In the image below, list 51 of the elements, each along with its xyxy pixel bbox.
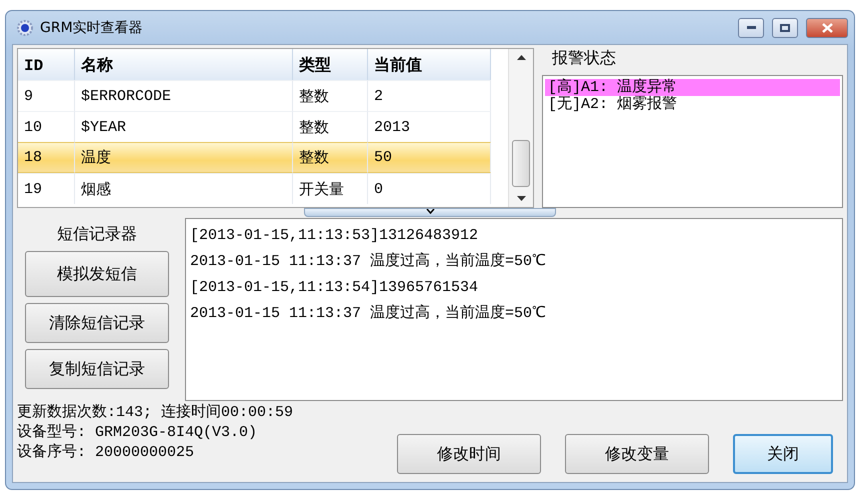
minimize-button[interactable] <box>738 18 764 38</box>
scrollbar[interactable] <box>508 49 533 207</box>
panel-title: 报警状态 <box>551 48 617 69</box>
action-button[interactable]: 清除短信记录 <box>25 303 169 343</box>
log-line: [2013-01-15,11:13:54]13965761534 <box>190 278 480 298</box>
table-cell: 50 <box>368 142 491 173</box>
section-label: 短信记录器 <box>57 224 137 245</box>
table-cell: $YEAR <box>75 111 293 142</box>
status-text: 更新数据次数:143; 连接时间00:00:59 <box>17 403 294 423</box>
scroll-thumb[interactable] <box>512 140 530 186</box>
log-line: 2013-01-15 11:13:37 温度过高，当前温度=50℃ <box>190 303 548 324</box>
log-line: [2013-01-15,11:13:53]13126483912 <box>190 226 480 246</box>
close-icon <box>822 22 832 32</box>
table-cell: $ERRORCODE <box>75 80 293 111</box>
gear-icon <box>16 18 34 36</box>
chevron-down-icon <box>426 209 434 214</box>
splitter-handle[interactable] <box>304 208 556 217</box>
table-cell: 0 <box>368 173 491 204</box>
dialog-button[interactable]: 修改变量 <box>565 434 709 474</box>
dialog-button[interactable]: 修改时间 <box>397 434 541 474</box>
table-cell: 10 <box>18 111 75 142</box>
minimize-icon <box>746 26 756 29</box>
maximize-button[interactable] <box>772 18 798 38</box>
log-line: 2013-01-15 11:13:37 温度过高，当前温度=50℃ <box>190 251 548 272</box>
dialog-button[interactable]: 关闭 <box>733 434 833 474</box>
table-cell: 整数 <box>293 142 368 173</box>
window-title: GRM实时查看器 <box>40 18 144 36</box>
table-cell: 整数 <box>293 111 368 142</box>
column-header[interactable]: ID <box>18 49 75 82</box>
status-text: 设备型号: GRM203G-8I4Q(V3.0) <box>17 423 258 443</box>
close-button[interactable] <box>806 18 848 38</box>
up-arrow-icon[interactable] <box>516 55 526 60</box>
action-button[interactable]: 复制短信记录 <box>25 349 169 389</box>
table-cell: 19 <box>18 173 75 204</box>
table-cell: 开关量 <box>293 173 368 204</box>
column-header[interactable]: 名称 <box>75 49 293 82</box>
column-header[interactable]: 类型 <box>293 49 368 82</box>
table-cell: 18 <box>18 142 75 173</box>
column-header[interactable]: 当前值 <box>368 49 491 82</box>
table-cell: 2 <box>368 80 491 111</box>
log-area[interactable]: [2013-01-15,11:13:53]13126483912 2013-01-15 11:13:37 温度过高，当前温度=50℃ [2013-01-15,11:13:54]13965761534 2013-01-15 11:13:37 温度过高，当前温度=50℃ <box>185 218 843 401</box>
table-cell: 整数 <box>293 80 368 111</box>
table-cell: 9 <box>18 80 75 111</box>
alarm-item[interactable]: [高]A1: 温度异常 <box>545 79 840 96</box>
table-cell: 2013 <box>368 111 491 142</box>
table-cell: 烟感 <box>75 173 293 204</box>
down-arrow-icon[interactable] <box>516 196 526 201</box>
maximize-icon <box>780 24 790 32</box>
table-cell: 温度 <box>75 142 293 173</box>
status-text: 设备序号: 20000000025 <box>17 443 196 463</box>
action-button[interactable]: 模拟发短信 <box>25 251 169 297</box>
